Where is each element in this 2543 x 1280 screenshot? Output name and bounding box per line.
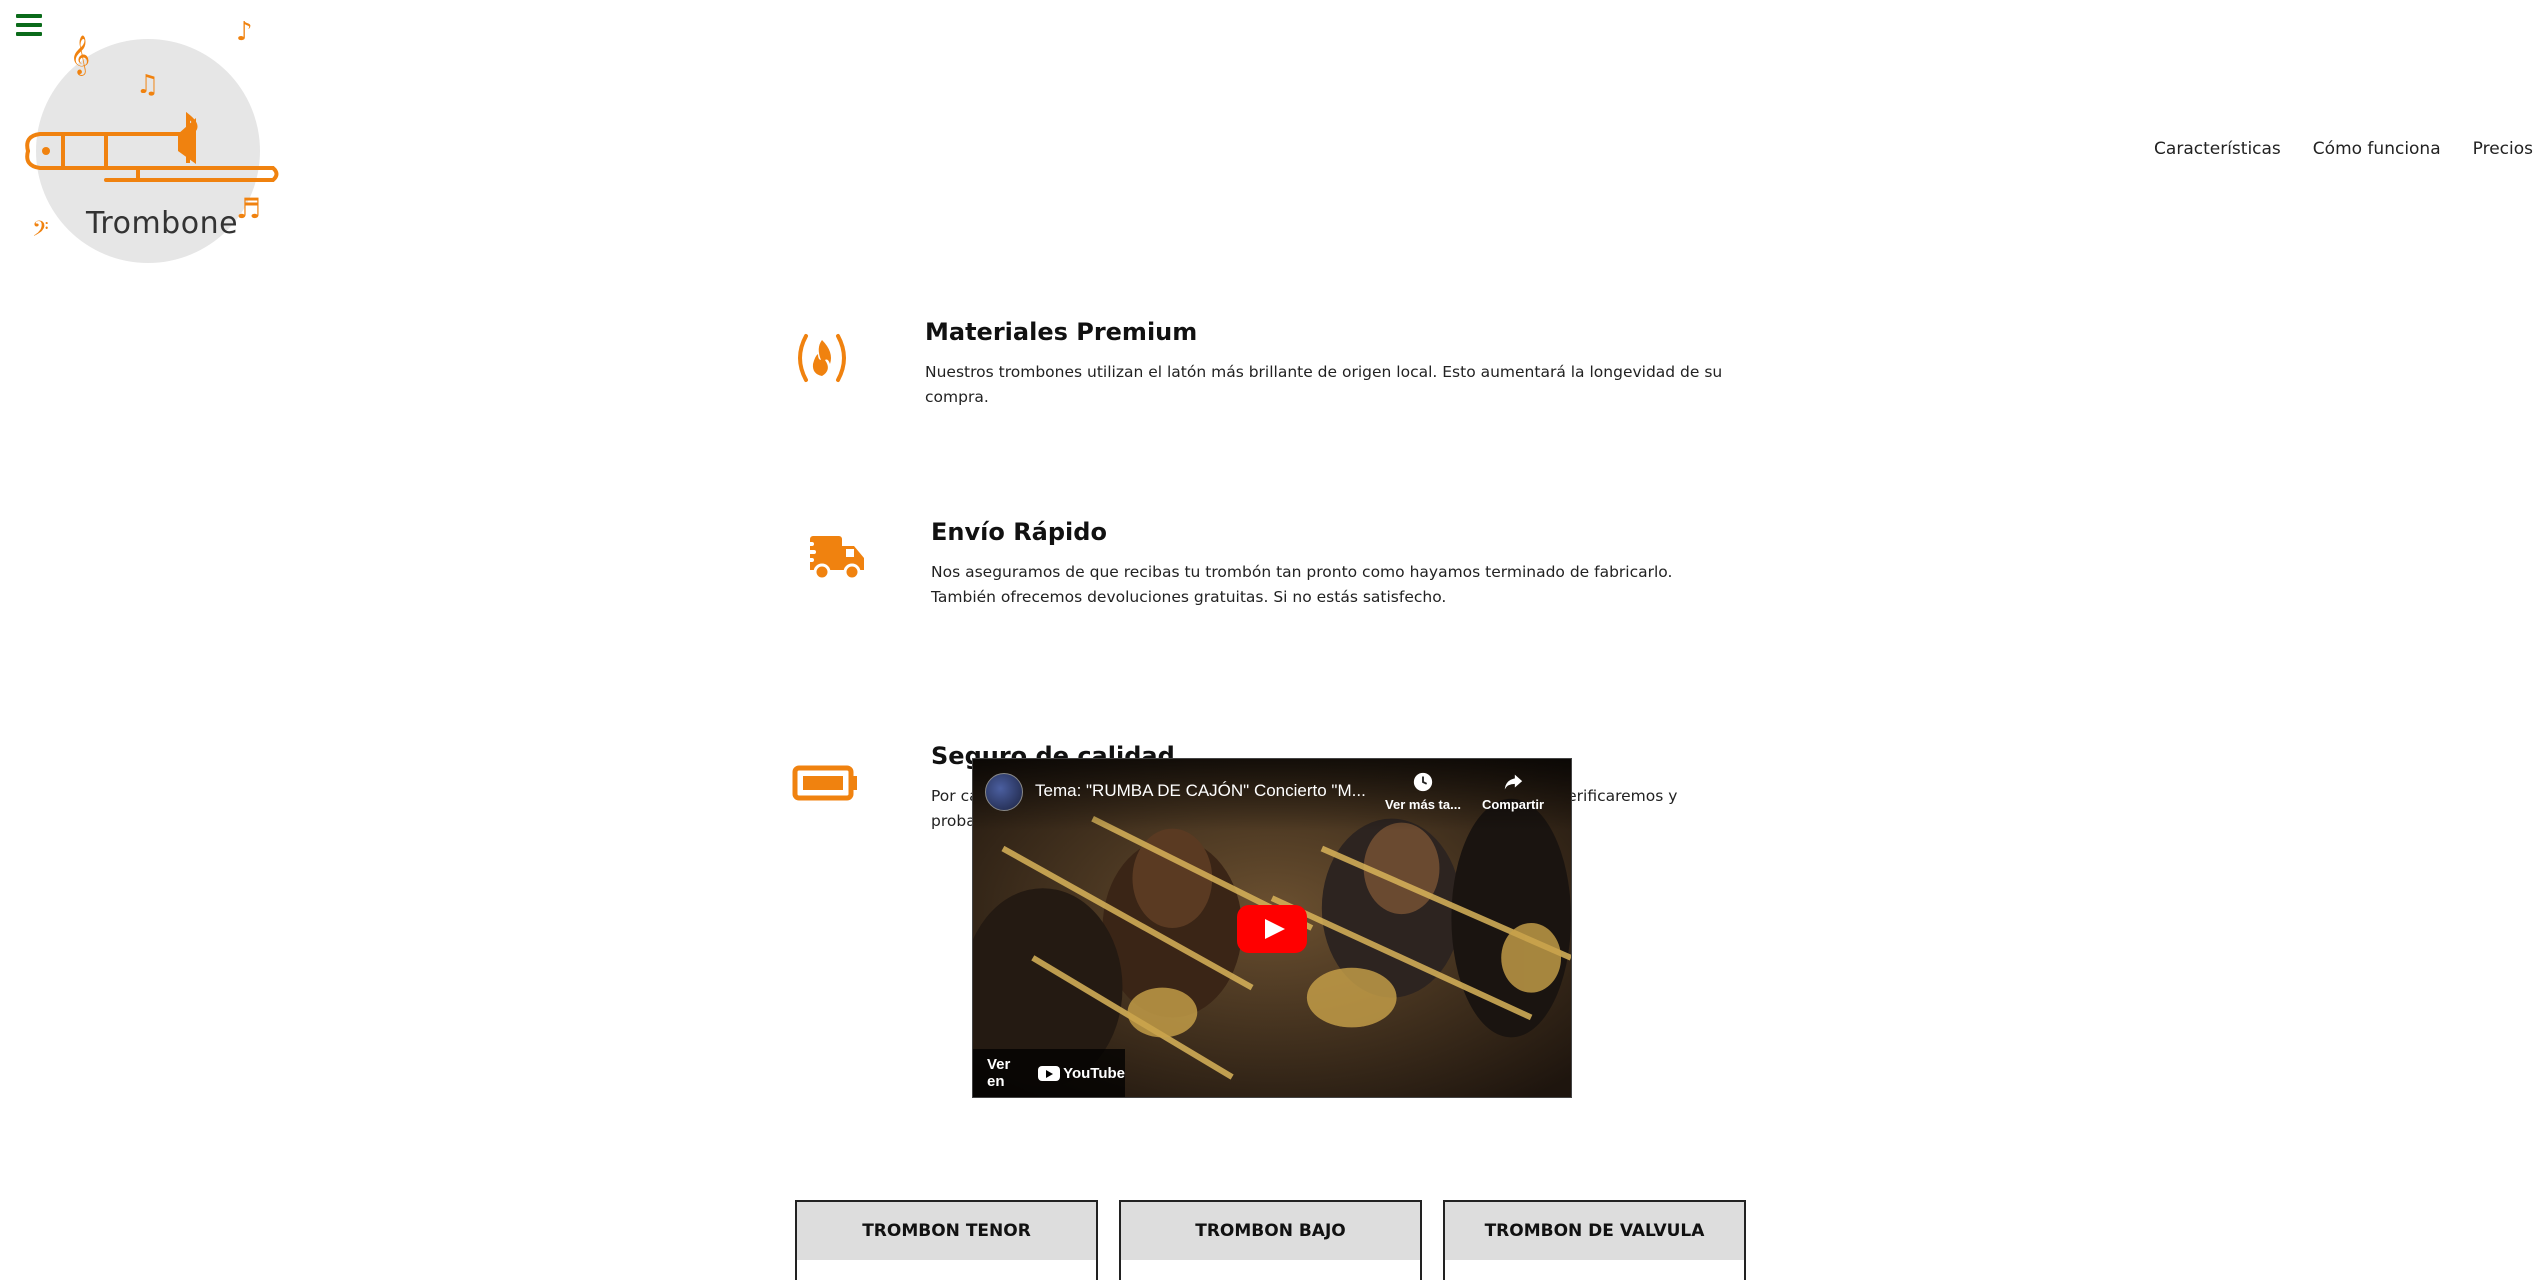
fire-icon: [792, 328, 872, 388]
feature-title: Envío Rápido: [931, 518, 1107, 546]
truck-icon: [792, 528, 872, 588]
play-icon: [1237, 905, 1307, 953]
main-nav: Características Cómo funciona Precios: [2154, 139, 2533, 159]
watch-on-youtube-button[interactable]: Ver en YouTube: [973, 1049, 1125, 1097]
watch-on-label: Ver en: [987, 1056, 1011, 1090]
pricing-card-title: TROMBON TENOR: [797, 1202, 1096, 1260]
channel-avatar[interactable]: [985, 773, 1023, 811]
youtube-icon: [1038, 1065, 1061, 1081]
brand-name: Trombone: [86, 206, 239, 241]
pricing-card-title: TROMBON BAJO: [1121, 1202, 1420, 1260]
video-embed[interactable]: Tema: "RUMBA DE CAJÓN" Concierto "M... V…: [972, 758, 1572, 1098]
share-icon: [1504, 774, 1523, 790]
share-label: Compartir: [1481, 797, 1545, 812]
clock-icon: [1413, 772, 1433, 792]
nav-link-precios[interactable]: Precios: [2473, 139, 2533, 159]
share-button[interactable]: Compartir: [1473, 771, 1553, 812]
feature-title: Materiales Premium: [925, 318, 1198, 346]
svg-text:♬: ♬: [236, 192, 261, 225]
feature-item: Envío Rápido Nos aseguramos de que recib…: [792, 518, 1752, 618]
nav-link-como-funciona[interactable]: Cómo funciona: [2313, 139, 2441, 159]
play-button[interactable]: [1237, 905, 1307, 953]
youtube-label: YouTube: [1063, 1064, 1125, 1082]
svg-text:♫: ♫: [136, 70, 159, 100]
pricing-card-tenor: TROMBON TENOR: [795, 1200, 1098, 1280]
pricing-card-bajo: TROMBON BAJO: [1119, 1200, 1422, 1280]
feature-item: Materiales Premium Nuestros trombones ut…: [792, 318, 1752, 418]
pricing-card-valvula: TROMBON DE VALVULA: [1443, 1200, 1746, 1280]
feature-description: Nuestros trombones utilizan el latón más…: [925, 363, 1723, 406]
svg-text:𝄞: 𝄞: [70, 35, 90, 76]
svg-text:♪: ♪: [236, 18, 253, 47]
brand-logo[interactable]: 𝄞 ♫ ♪ ♬ 𝄢 Trombone: [18, 17, 280, 268]
pricing-section: TROMBON TENOR TROMBON BAJO TROMBON DE VA…: [795, 1200, 1746, 1280]
battery-icon: [792, 752, 872, 812]
feature-description: Nos aseguramos de que recibas tu trombón…: [931, 563, 1673, 606]
pricing-card-title: TROMBON DE VALVULA: [1445, 1202, 1744, 1260]
nav-link-caracteristicas[interactable]: Características: [2154, 139, 2281, 159]
watch-later-label: Ver más ta...: [1385, 797, 1461, 812]
svg-text:𝄢: 𝄢: [32, 217, 49, 247]
youtube-logo: YouTube: [1038, 1065, 1125, 1082]
features-section: Materiales Premium Nuestros trombones ut…: [792, 318, 1752, 830]
video-title[interactable]: Tema: "RUMBA DE CAJÓN" Concierto "M...: [1035, 781, 1366, 801]
watch-later-button[interactable]: Ver más ta...: [1383, 771, 1463, 812]
